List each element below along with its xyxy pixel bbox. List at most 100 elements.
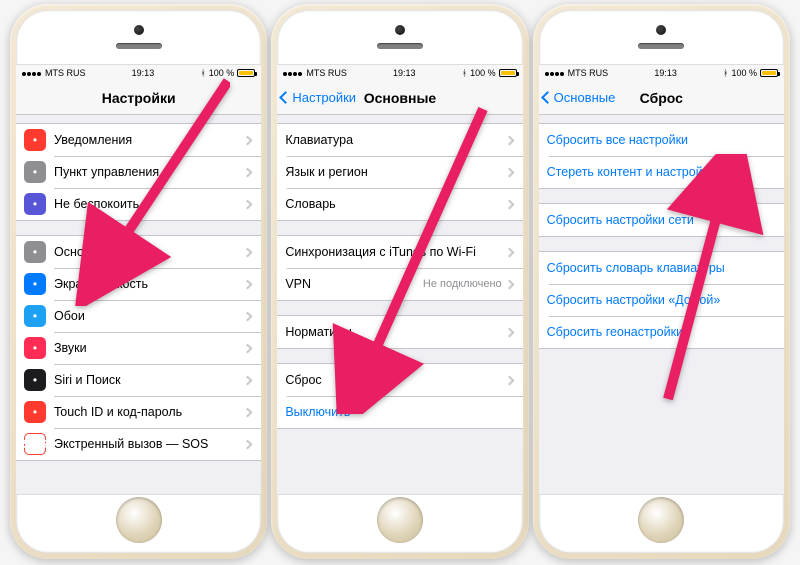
back-button[interactable]: Настройки [281,81,356,114]
back-label: Основные [554,90,616,105]
touchid-icon: • [24,401,46,423]
display-icon: • [24,273,46,295]
battery-icon [760,69,778,77]
settings-row[interactable]: •Не беспокоить [16,188,261,220]
chevron-right-icon [504,199,514,209]
back-label: Настройки [292,90,356,105]
signal-strength-icon [22,68,42,78]
row-label: Клавиатура [285,133,505,147]
chevron-right-icon [504,327,514,337]
settings-row[interactable]: • Экран и яркость [16,268,261,300]
phone-frame-1: MTS RUS 19:13 ᚼ 100 % Настройки •Уведомл… [10,4,267,559]
screen-general: MTS RUS 19:13 ᚼ100 % Настройки Основные … [277,64,522,495]
settings-row[interactable]: •Siri и Поиск [16,364,261,396]
settings-row[interactable]: • Touch ID и код-пароль [16,396,261,428]
battery-percent: 100 % [731,68,757,78]
page-title: Настройки [102,90,176,106]
home-button[interactable] [377,497,423,543]
row-label: Словарь [285,197,505,211]
settings-row[interactable]: Выключить [277,396,522,428]
settings-row[interactable]: Нормативы [277,316,522,348]
settings-row[interactable]: Сброс [277,364,522,396]
settings-row[interactable]: SOS Экстренный вызов — SOS [16,428,261,460]
clock-label: 19:13 [393,68,416,78]
speaker-grille [638,43,684,49]
chevron-right-icon [504,247,514,257]
row-label: Стереть контент и настройки [547,165,774,179]
settings-row[interactable]: Сбросить настройки «Домой» [539,284,784,316]
settings-row[interactable]: VPNНе подключено [277,268,522,300]
camera-lens [134,25,144,35]
page-title: Сброс [640,90,683,106]
row-label: Экран и яркость [54,277,244,291]
settings-row[interactable]: Стереть контент и настройки [539,156,784,188]
phone-top-hardware [539,10,784,64]
sos-icon: SOS [24,433,46,455]
row-label: Звуки [54,341,244,355]
chevron-right-icon [243,279,253,289]
settings-row[interactable]: Сбросить все настройки [539,124,784,156]
settings-row[interactable]: • Обои [16,300,261,332]
screen-reset: MTS RUS 19:13 ᚼ100 % Основные Сброс Сбро… [539,64,784,495]
settings-row[interactable]: Язык и регион [277,156,522,188]
reset-list[interactable]: Сбросить все настройки Стереть контент и … [539,115,784,494]
row-label: Экстренный вызов — SOS [54,437,244,451]
chevron-right-icon [243,167,253,177]
chevron-left-icon [541,91,554,104]
wallpaper-icon: • [24,305,46,327]
home-button[interactable] [116,497,162,543]
settings-row[interactable]: Сбросить настройки сети [539,204,784,236]
settings-row[interactable]: • Звуки [16,332,261,364]
settings-row[interactable]: •Уведомления [16,124,261,156]
settings-list[interactable]: •Уведомления•Пункт управления•Не беспоко… [16,115,261,494]
settings-row[interactable]: •Основные [16,236,261,268]
bluetooth-icon: ᚼ [200,68,205,78]
sounds-icon: • [24,337,46,359]
settings-row[interactable]: •Пункт управления [16,156,261,188]
battery-icon [499,69,517,77]
settings-row[interactable]: Словарь [277,188,522,220]
chevron-right-icon [504,279,514,289]
chevron-right-icon [243,247,253,257]
general-list[interactable]: Клавиатура Язык и регион Словарь Синхрониз… [277,115,522,494]
row-label: Сбросить словарь клавиатуры [547,261,774,275]
do-not-disturb-icon: • [24,193,46,215]
settings-row[interactable]: Клавиатура [277,124,522,156]
phone-top-hardware [277,10,522,64]
settings-row[interactable]: Сбросить словарь клавиатуры [539,252,784,284]
settings-row[interactable]: Синхронизация с iTunes по Wi-Fi [277,236,522,268]
chevron-right-icon [243,311,253,321]
battery-icon [237,69,255,77]
bluetooth-icon: ᚼ [723,68,728,78]
nav-bar: Основные Сброс [539,81,784,115]
signal-strength-icon [545,68,565,78]
chevron-right-icon [504,375,514,385]
nav-bar: Настройки Основные [277,81,522,115]
chevron-right-icon [243,343,253,353]
clock-label: 19:13 [132,68,155,78]
phone-frame-2: MTS RUS 19:13 ᚼ100 % Настройки Основные … [271,4,528,559]
row-label: Сброс [285,373,505,387]
screen-settings: MTS RUS 19:13 ᚼ 100 % Настройки •Уведомл… [16,64,261,495]
row-label: Touch ID и код-пароль [54,405,244,419]
chevron-right-icon [243,407,253,417]
home-button[interactable] [638,497,684,543]
camera-lens [656,25,666,35]
back-button[interactable]: Основные [543,81,616,114]
row-label: Обои [54,309,244,323]
row-label: Нормативы [285,325,505,339]
row-detail: Не подключено [423,278,502,290]
page-title: Основные [364,90,437,106]
row-label: VPN [285,277,423,291]
chevron-right-icon [243,199,253,209]
row-label: Выключить [285,405,512,419]
phone-frame-3: MTS RUS 19:13 ᚼ100 % Основные Сброс Сбро… [533,4,790,559]
nav-bar: Настройки [16,81,261,115]
phone-top-hardware [16,10,261,64]
bluetooth-icon: ᚼ [462,68,467,78]
row-label: Основные [54,245,244,259]
settings-row[interactable]: Сбросить геонастройки [539,316,784,348]
row-label: Сбросить геонастройки [547,325,774,339]
status-bar: MTS RUS 19:13 ᚼ100 % [539,65,784,81]
status-bar: MTS RUS 19:13 ᚼ100 % [277,65,522,81]
